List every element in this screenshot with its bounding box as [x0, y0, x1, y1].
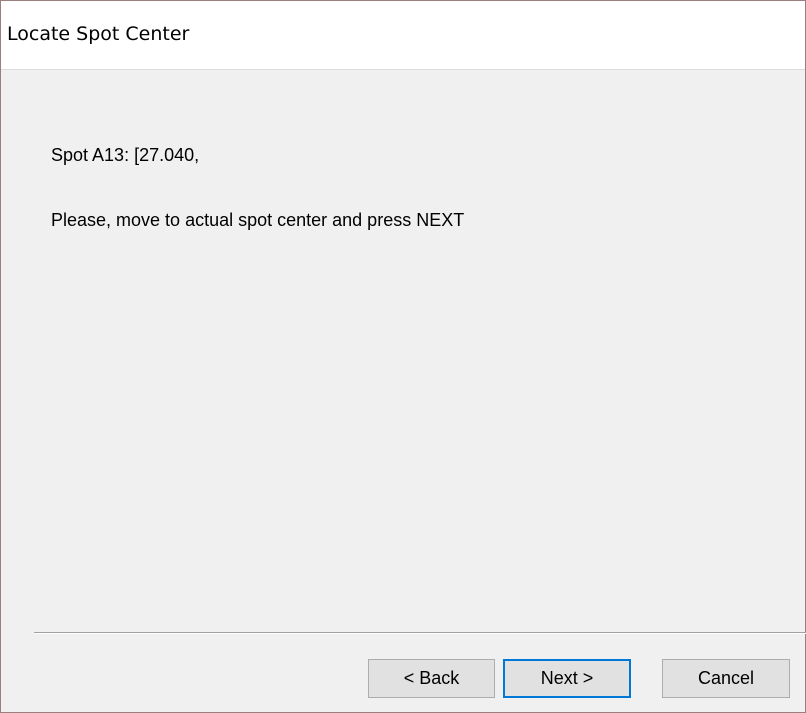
- button-separator: [34, 632, 806, 634]
- window-title: Locate Spot Center: [7, 23, 190, 45]
- title-bar[interactable]: Locate Spot Center: [1, 1, 805, 70]
- dialog-window: Locate Spot Center Spot A13: [27.040, Pl…: [0, 0, 806, 713]
- cancel-button[interactable]: Cancel: [662, 659, 790, 698]
- instruction-text: Please, move to actual spot center and p…: [51, 210, 465, 230]
- spot-coordinates-label: Spot A13: [27.040,: [51, 145, 200, 165]
- back-button[interactable]: < Back: [368, 659, 495, 698]
- next-button[interactable]: Next >: [503, 659, 631, 698]
